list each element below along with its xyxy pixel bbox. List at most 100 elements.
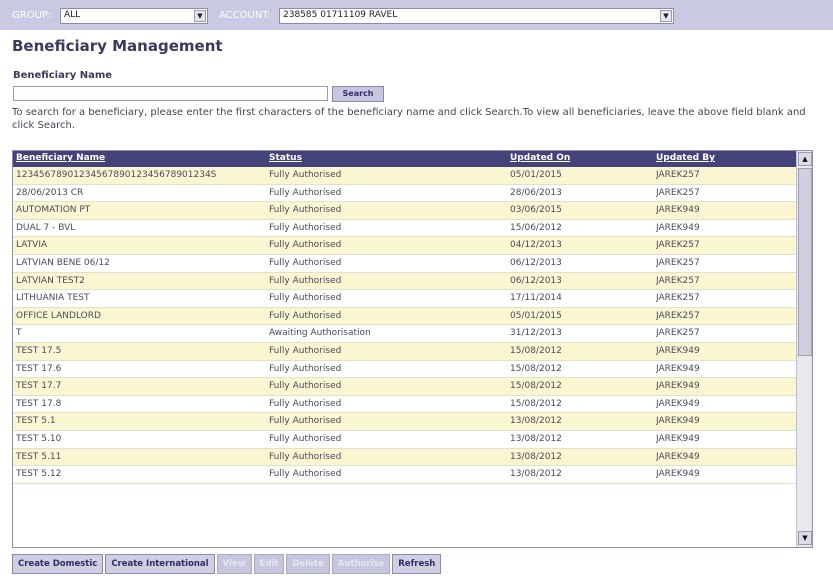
- table-row[interactable]: TEST 5.10 Fully Authorised 13/08/2012 JAREK…: [13, 430, 796, 449]
- table-row[interactable]: LITHUANIA TEST Fully Authorised 17/11/2014…: [13, 290, 796, 308]
- cell-beneficiary-name: 28/06/2013 CR: [16, 187, 84, 198]
- cell-beneficiary-name: TEST 17.6: [16, 363, 62, 374]
- cell-updated-by: JAREK949: [656, 363, 700, 374]
- cell-status: Fully Authorised: [269, 257, 342, 268]
- cell-updated-by: JAREK257: [656, 170, 700, 180]
- cell-beneficiary-name: OFFICE LANDLORD: [16, 310, 101, 321]
- cell-beneficiary-name: LATVIA: [16, 240, 48, 251]
- table-row[interactable]: TEST 5.11 Fully Authorised 13/08/2012 JAREK…: [13, 448, 796, 467]
- table-row[interactable]: 28/06/2013 CR Fully Authorised 28/06/2013 J…: [13, 184, 796, 203]
- authorise-button[interactable]: Authorise: [331, 554, 391, 574]
- cell-status: Fully Authorised: [269, 187, 342, 198]
- create-international-button[interactable]: Create International: [105, 554, 215, 574]
- refresh-button[interactable]: Refresh: [392, 554, 442, 574]
- cell-updated-on: 04/12/2013: [510, 240, 562, 251]
- cell-updated-by: JAREK949: [656, 416, 700, 427]
- chevron-down-icon[interactable]: ▼: [660, 10, 672, 22]
- column-header-status[interactable]: Status: [269, 153, 302, 163]
- table-row[interactable]: LATVIAN BENE 06/12 Fully Authorised 06/12/…: [13, 254, 796, 273]
- cell-updated-by: JAREK257: [656, 293, 700, 304]
- group-select[interactable]: ALL ▼: [60, 8, 208, 24]
- table-row[interactable]: OFFICE LANDLORD Fully Authorised 05/01/201…: [13, 307, 796, 326]
- cell-beneficiary-name: TEST 17.5: [16, 345, 62, 356]
- cell-status: Fully Authorised: [269, 469, 342, 480]
- cell-beneficiary-name: DUAL 7 - BVL: [16, 222, 76, 233]
- cell-status: Fully Authorised: [269, 381, 342, 392]
- grid-scrollbar[interactable]: ▲ ▼: [796, 151, 812, 547]
- scroll-thumb[interactable]: [798, 168, 812, 356]
- table-row[interactable]: TEST 17.7 Fully Authorised 15/08/2012 JAREK…: [13, 378, 796, 396]
- scroll-up-icon[interactable]: ▲: [798, 152, 812, 166]
- table-row[interactable]: TEST 5.12 Fully Authorised 13/08/2012 JAREK…: [13, 466, 796, 484]
- table-row[interactable]: T Awaiting Authorisation 31/12/2013 JAREK25…: [13, 325, 796, 343]
- cell-status: Fully Authorised: [269, 363, 342, 374]
- cell-status: Fully Authorised: [269, 222, 342, 233]
- create-domestic-button[interactable]: Create Domestic: [12, 554, 104, 574]
- cell-status: Fully Authorised: [269, 293, 342, 304]
- cell-updated-by: JAREK949: [656, 205, 700, 216]
- cell-updated-on: 13/08/2012: [510, 451, 562, 462]
- cell-updated-by: JAREK949: [656, 222, 700, 233]
- cell-updated-on: 06/12/2013: [510, 275, 562, 286]
- cell-updated-on: 15/08/2012: [510, 398, 562, 409]
- cell-beneficiary-name: LITHUANIA TEST: [16, 293, 90, 304]
- cell-beneficiary-name: TEST 5.1: [16, 416, 56, 427]
- page-title: Beneficiary Management: [12, 37, 223, 55]
- table-row[interactable]: TEST 17.6 Fully Authorised 15/08/2012 JAREK…: [13, 360, 796, 379]
- cell-updated-by: JAREK949: [656, 469, 700, 480]
- cell-updated-by: JAREK949: [656, 345, 700, 356]
- cell-updated-by: JAREK949: [656, 433, 700, 444]
- table-row[interactable]: LATVIAN TEST2 Fully Authorised 06/12/2013 J…: [13, 272, 796, 291]
- cell-status: Fully Authorised: [269, 345, 342, 356]
- table-row[interactable]: TEST 5.1 Fully Authorised 13/08/2012 JAREK9…: [13, 413, 796, 431]
- cell-updated-on: 15/08/2012: [510, 363, 562, 374]
- cell-updated-by: JAREK257: [656, 328, 700, 339]
- cell-updated-on: 03/06/2015: [510, 205, 562, 216]
- cell-updated-on: 28/06/2013: [510, 187, 562, 198]
- scroll-down-icon[interactable]: ▼: [798, 531, 812, 545]
- table-row[interactable]: TEST 17.5 Fully Authorised 15/08/2012 JAREK…: [13, 342, 796, 361]
- cell-status: Fully Authorised: [269, 416, 342, 427]
- delete-button[interactable]: Delete: [286, 554, 330, 574]
- cell-updated-by: JAREK257: [656, 310, 700, 321]
- cell-status: Fully Authorised: [269, 275, 342, 286]
- cell-updated-on: 05/01/2015: [510, 170, 562, 180]
- group-select-value: ALL: [64, 10, 81, 20]
- table-row[interactable]: 1234567890123456789012345678901234S Fully…: [13, 167, 796, 185]
- cell-beneficiary-name: AUTOMATION PT: [16, 205, 91, 216]
- view-button[interactable]: View: [216, 554, 252, 574]
- cell-updated-on: 13/08/2012: [510, 416, 562, 427]
- cell-updated-by: JAREK257: [656, 240, 700, 251]
- account-select[interactable]: 238585 01711109 RAVEL ▼: [279, 8, 674, 24]
- beneficiary-grid: Beneficiary Name Status Updated On Updat…: [12, 150, 813, 548]
- column-header-updated-by[interactable]: Updated By: [656, 153, 715, 163]
- column-header-beneficiary-name[interactable]: Beneficiary Name: [16, 153, 105, 163]
- table-row[interactable]: AUTOMATION PT Fully Authorised 03/06/2015 J…: [13, 202, 796, 220]
- cell-updated-on: 15/08/2012: [510, 381, 562, 392]
- grid-header: Beneficiary Name Status Updated On Updat…: [13, 151, 796, 167]
- search-button[interactable]: Search: [332, 86, 384, 102]
- action-toolbar: Create Domestic Create International View E…: [12, 554, 442, 576]
- cell-status: Fully Authorised: [269, 433, 342, 444]
- cell-status: Fully Authorised: [269, 451, 342, 462]
- table-row[interactable]: DUAL 7 - BVL Fully Authorised 15/06/2012 JA…: [13, 219, 796, 238]
- cell-updated-on: 15/08/2012: [510, 345, 562, 356]
- cell-beneficiary-name: T: [16, 328, 22, 339]
- beneficiary-management-page: GROUP: ALL ▼ ACCOUNT: 238585 01711109 RA…: [0, 0, 833, 582]
- chevron-down-icon[interactable]: ▼: [194, 10, 206, 22]
- cell-updated-by: JAREK949: [656, 381, 700, 392]
- cell-beneficiary-name: 1234567890123456789012345678901234S: [16, 170, 217, 180]
- cell-beneficiary-name: TEST 17.7: [16, 381, 62, 392]
- table-row[interactable]: TEST 17.8 Fully Authorised 15/08/2012 JAREK…: [13, 395, 796, 414]
- account-label: ACCOUNT:: [219, 10, 271, 21]
- edit-button[interactable]: Edit: [253, 554, 285, 574]
- column-header-updated-on[interactable]: Updated On: [510, 153, 570, 163]
- table-row[interactable]: LATVIA Fully Authorised 04/12/2013 JAREK257: [13, 237, 796, 255]
- cell-updated-by: JAREK257: [656, 187, 700, 198]
- cell-beneficiary-name: TEST 5.12: [16, 469, 62, 480]
- cell-updated-by: JAREK257: [656, 257, 700, 268]
- beneficiary-name-input[interactable]: [13, 86, 328, 101]
- cell-status: Fully Authorised: [269, 398, 342, 409]
- cell-updated-on: 15/06/2012: [510, 222, 562, 233]
- cell-updated-on: 13/08/2012: [510, 433, 562, 444]
